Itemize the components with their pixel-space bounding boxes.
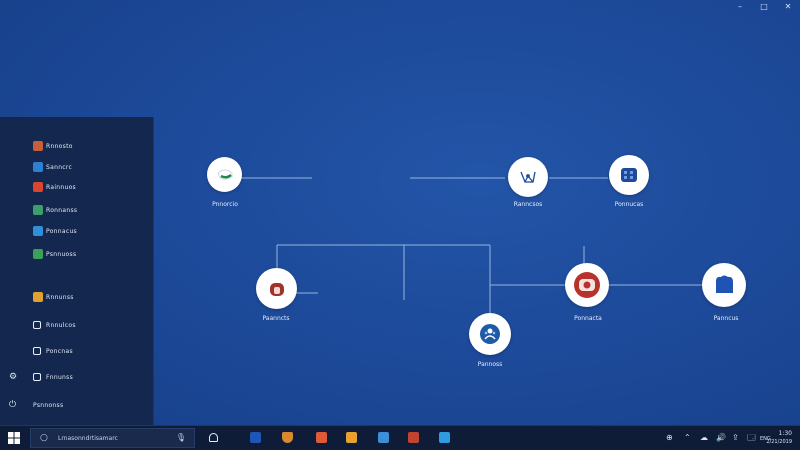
start-menu-item[interactable]: ⚙ Fnnunss — [0, 368, 154, 386]
chevron-up-icon[interactable]: ⌃ — [684, 433, 691, 443]
menu-item-label: Rnnosto — [46, 142, 73, 150]
app-icon — [33, 292, 43, 302]
menu-item-label: Ponnacus — [46, 227, 77, 235]
node-label: Pannoss — [477, 361, 503, 368]
clock[interactable]: 1:30 2/21/2019 — [766, 430, 792, 446]
media-icon[interactable] — [408, 432, 419, 443]
cloud-tray-icon[interactable]: ☁ — [700, 433, 708, 443]
start-menu-item[interactable]: Poncnas — [0, 342, 154, 360]
menu-item-label: Fnnunss — [46, 373, 74, 381]
menu-item-label: Psnnuoss — [46, 250, 77, 258]
clock-date: 2/21/2019 — [766, 439, 792, 445]
edge-icon[interactable] — [439, 432, 450, 443]
node-label: Pnnorcio — [212, 201, 238, 208]
photo-icon[interactable] — [316, 432, 327, 443]
app-icon — [33, 226, 43, 236]
chart-icon[interactable] — [378, 432, 389, 443]
menu-item-label: Rnnunss — [46, 293, 74, 301]
search-box[interactable]: ○ Lrnasonndrtisamarc 🎙 — [30, 428, 195, 448]
menu-item-label: Poncnas — [46, 347, 73, 355]
app-icon — [33, 249, 43, 259]
file-icon[interactable] — [250, 432, 261, 443]
bag-icon — [256, 268, 297, 309]
windows-start-icon[interactable] — [8, 432, 20, 444]
app-icon — [33, 347, 41, 355]
shield-icon[interactable] — [282, 432, 293, 443]
microphone-icon[interactable]: 🎙 — [176, 433, 186, 442]
power-label: Psnnonss — [33, 401, 64, 409]
node-label: Ponnacta — [574, 315, 602, 322]
start-menu-item[interactable]: Rnnosto — [0, 137, 154, 155]
node-label: Ranncsos — [513, 201, 543, 208]
node-label: Panncus — [713, 315, 739, 322]
menu-item-label: Sanncrc — [46, 163, 73, 171]
clock-time: 1:30 — [778, 430, 792, 437]
start-menu-item[interactable]: Rnnulcos — [0, 316, 154, 334]
settings-icon: ⚙ — [9, 372, 18, 382]
volume-icon[interactable]: 🔊 — [716, 433, 726, 443]
start-menu-item[interactable]: Ronnanss — [0, 201, 154, 219]
start-menu-item[interactable]: Psnnuoss — [0, 245, 154, 263]
cloud-icon — [702, 263, 746, 307]
start-menu-item[interactable]: Rainnuos — [0, 178, 154, 196]
keyboard-icon[interactable]: ⇪ — [732, 433, 739, 443]
app-icon — [33, 321, 41, 329]
grid-icon — [609, 155, 649, 195]
taskbar: ○ Lrnasonndrtisamarc 🎙 ⊕ ⌃ ☁ 🔊 ⇪ 🗔 ENG 1… — [0, 425, 800, 450]
network-icon — [508, 157, 548, 197]
node-label: Ponnucas — [614, 201, 644, 208]
app-icon — [33, 141, 43, 151]
app-icon — [33, 162, 43, 172]
people-icon — [469, 313, 511, 355]
app-icon — [33, 182, 43, 192]
menu-item-label: Rainnuos — [46, 183, 76, 191]
start-menu: Rnnosto Sanncrc Rainnuos Ronnanss Ponnac… — [0, 117, 154, 425]
power-icon: ⏻ — [9, 400, 17, 410]
menu-item-label: Rnnulcos — [46, 321, 76, 329]
network-tray-icon[interactable]: ⊕ — [666, 433, 673, 443]
display-icon[interactable]: 🗔 — [747, 433, 756, 443]
power-item[interactable]: ⏻ Psnnonss — [0, 396, 154, 414]
start-menu-item[interactable]: Sanncrc — [0, 158, 154, 176]
chat-icon — [207, 157, 242, 192]
folder-icon[interactable] — [346, 432, 357, 443]
start-menu-item[interactable]: Rnnunss — [0, 288, 154, 306]
app-icon — [33, 373, 41, 381]
search-icon: ○ — [40, 433, 48, 443]
start-menu-item[interactable]: Ponnacus — [0, 222, 154, 240]
photo-icon — [565, 263, 609, 307]
search-input[interactable]: Lrnasonndrtisamarc — [58, 435, 118, 442]
app-icon — [33, 205, 43, 215]
headset-icon[interactable] — [209, 433, 218, 442]
node-label: Paanncts — [262, 315, 290, 322]
menu-item-label: Ronnanss — [46, 206, 78, 214]
